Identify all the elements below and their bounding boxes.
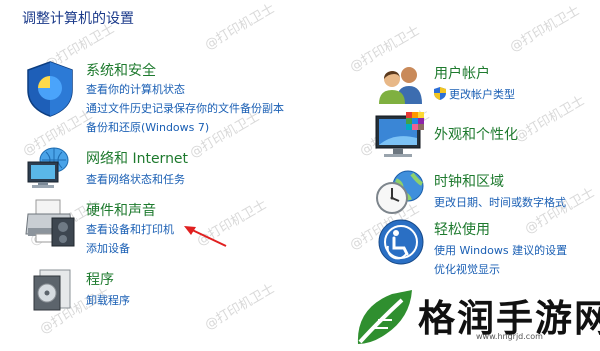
category-title-appearance[interactable]: 外观和个性化 xyxy=(434,124,518,144)
network-icon[interactable] xyxy=(24,146,76,190)
clock-globe-icon[interactable] xyxy=(374,170,428,216)
brand-logo: 格润手游网 www.hngrjd.com xyxy=(352,288,600,351)
annotation-arrow xyxy=(180,222,230,252)
link-view-devices-printers[interactable]: 查看设备和打印机 xyxy=(86,221,174,237)
link-view-computer-status[interactable]: 查看你的计算机状态 xyxy=(86,81,185,97)
category-title-clock-region[interactable]: 时钟和区域 xyxy=(434,171,504,191)
shield-icon[interactable] xyxy=(24,60,76,118)
link-view-network-status[interactable]: 查看网络状态和任务 xyxy=(86,171,185,187)
ease-of-access-icon[interactable] xyxy=(376,218,426,266)
category-title-ease-of-access[interactable]: 轻松使用 xyxy=(434,219,490,239)
programs-icon[interactable] xyxy=(30,266,74,312)
brand-url: www.hngrjd.com xyxy=(476,332,543,341)
uac-shield-icon xyxy=(434,85,446,100)
category-title-user-accounts[interactable]: 用户帐户 xyxy=(434,63,490,83)
link-backup-restore-win7[interactable]: 备份和还原(Windows 7) xyxy=(86,119,209,135)
monitor-icon[interactable] xyxy=(374,112,428,162)
link-change-account-type[interactable]: 更改帐户类型 xyxy=(449,86,515,102)
category-title-hardware-sound[interactable]: 硬件和声音 xyxy=(86,200,156,220)
watermark: @打印机卫士 xyxy=(202,1,278,54)
link-optimize-visual-display[interactable]: 优化视觉显示 xyxy=(434,261,500,277)
printer-icon[interactable] xyxy=(22,198,76,250)
link-file-history-backup[interactable]: 通过文件历史记录保存你的文件备份副本 xyxy=(86,100,284,116)
users-icon[interactable] xyxy=(376,64,426,104)
link-add-device[interactable]: 添加设备 xyxy=(86,240,130,256)
page-title: 调整计算机的设置 xyxy=(22,11,134,27)
link-change-date-time-format[interactable]: 更改日期、时间或数字格式 xyxy=(434,194,566,210)
watermark: @打印机卫士 xyxy=(202,281,278,334)
category-title-system-security[interactable]: 系统和安全 xyxy=(86,60,156,80)
category-title-network-internet[interactable]: 网络和 Internet xyxy=(86,148,188,168)
category-title-programs[interactable]: 程序 xyxy=(86,269,114,289)
watermark: @打印机卫士 xyxy=(512,93,588,146)
brand-leaf-icon xyxy=(357,290,412,344)
link-use-recommended-settings[interactable]: 使用 Windows 建议的设置 xyxy=(434,242,567,258)
link-uninstall-program[interactable]: 卸载程序 xyxy=(86,292,130,308)
watermark: @打印机卫士 xyxy=(507,3,583,56)
